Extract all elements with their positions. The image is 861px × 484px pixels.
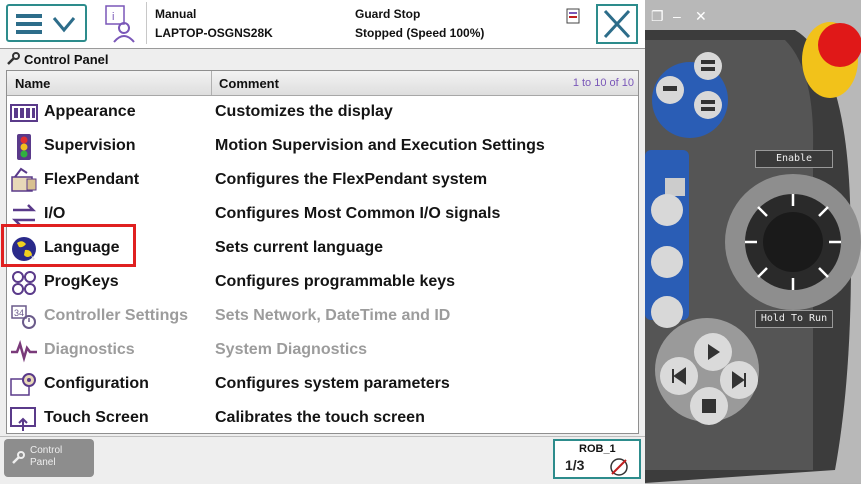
- row-comment: Sets Network, DateTime and ID: [215, 307, 451, 324]
- table-row-flexpendant[interactable]: FlexPendant Configures the FlexPendant s…: [7, 164, 638, 198]
- flexpendant-icon: [11, 167, 37, 192]
- menu-icon: [16, 14, 76, 34]
- row-name: Controller Settings: [44, 307, 189, 324]
- hold-to-run-label: Hold To Run: [755, 310, 833, 328]
- row-name: I/O: [44, 205, 66, 222]
- close-button[interactable]: [596, 4, 638, 44]
- enable-label: Enable: [755, 150, 833, 168]
- controller-settings-icon: 34: [11, 305, 36, 329]
- table-row-touch-screen[interactable]: Touch Screen Calibrates the touch screen: [7, 402, 638, 436]
- row-name: ProgKeys: [44, 273, 119, 290]
- quickset-button[interactable]: ROB_1 1/3: [553, 439, 641, 479]
- column-divider: [211, 71, 212, 95]
- task-label-line2: Panel: [30, 457, 56, 468]
- status-area[interactable]: Manual LAPTOP-OSGNS28K Guard Stop Stoppe…: [146, 2, 589, 44]
- row-count: 1 to 10 of 10: [572, 77, 634, 89]
- column-comment-header[interactable]: Comment: [219, 76, 279, 91]
- row-comment: Sets current language: [215, 239, 384, 256]
- svg-text:i: i: [112, 11, 114, 23]
- row-comment: System Diagnostics: [215, 341, 368, 358]
- progkeys-icon: [12, 271, 36, 295]
- supervision-icon: [17, 134, 31, 160]
- row-name: Diagnostics: [44, 341, 135, 358]
- window-restore-icon[interactable]: ❐: [651, 8, 664, 25]
- table-row-diagnostics[interactable]: Diagnostics System Diagnostics: [7, 334, 638, 368]
- row-comment: Motion Supervision and Execution Setting…: [215, 137, 545, 154]
- flexpendant-screen: i Manual LAPTOP-OSGNS28K Guard Stop Stop…: [0, 0, 645, 484]
- wrench-icon: [7, 52, 20, 65]
- speed-icon: [610, 458, 628, 476]
- row-name: Appearance: [44, 103, 136, 120]
- row-name: Supervision: [44, 137, 136, 154]
- column-name-header[interactable]: Name: [15, 76, 50, 91]
- event-log-icon[interactable]: [566, 8, 580, 24]
- table-row-configuration[interactable]: Configuration Configures system paramete…: [7, 368, 638, 402]
- pendant-hardware: ❐ – ✕ Enable Hold To Run: [645, 0, 861, 483]
- speed-text: Stopped (Speed 100%): [355, 26, 485, 40]
- controller-name: LAPTOP-OSGNS28K: [155, 26, 273, 40]
- table-row-progkeys[interactable]: ProgKeys Configures programmable keys: [7, 266, 638, 300]
- top-bar: i Manual LAPTOP-OSGNS28K Guard Stop Stop…: [0, 0, 645, 49]
- taskbar: Control Panel ROB_1 1/3: [0, 436, 645, 484]
- increment-fraction: 1/3: [565, 457, 585, 473]
- row-comment: Customizes the display: [215, 103, 393, 120]
- table-row-supervision[interactable]: Supervision Motion Supervision and Execu…: [7, 130, 638, 164]
- touchscreen-icon: [10, 407, 36, 431]
- breadcrumb: Control Panel: [6, 50, 109, 68]
- row-comment: Configures system parameters: [215, 375, 450, 392]
- robot-name: ROB_1: [579, 443, 616, 455]
- table-header: Name Comment 1 to 10 of 10: [7, 71, 638, 96]
- appearance-icon: [10, 104, 38, 122]
- wrench-icon: [12, 451, 25, 464]
- row-name: FlexPendant: [44, 171, 140, 188]
- mode-text: Manual: [155, 7, 197, 21]
- row-comment: Configures programmable keys: [215, 273, 456, 290]
- state-text: Guard Stop: [355, 7, 421, 21]
- diagnostics-icon: [11, 340, 37, 363]
- selection-highlight: [1, 224, 136, 267]
- row-name: Touch Screen: [44, 409, 149, 426]
- task-label: Control Panel: [30, 445, 62, 469]
- configuration-icon: [10, 373, 36, 396]
- main-menu-button[interactable]: [6, 4, 87, 42]
- row-comment: Configures the FlexPendant system: [215, 171, 488, 188]
- table-row-appearance[interactable]: Appearance Customizes the display: [7, 96, 638, 130]
- minimize-icon[interactable]: –: [673, 8, 681, 24]
- pendant-body: [645, 0, 861, 483]
- breadcrumb-label: Control Panel: [24, 51, 109, 67]
- svg-text:34: 34: [14, 308, 24, 318]
- row-comment: Configures Most Common I/O signals: [215, 205, 501, 222]
- close-window-icon[interactable]: ✕: [695, 8, 707, 25]
- task-label-line1: Control: [30, 445, 63, 456]
- row-comment: Calibrates the touch screen: [215, 409, 425, 426]
- close-icon: [603, 9, 631, 39]
- control-panel-task-button[interactable]: Control Panel: [4, 439, 94, 477]
- user-icon[interactable]: i: [98, 4, 138, 44]
- row-name: Configuration: [44, 375, 149, 392]
- table-row-controller-settings[interactable]: 34 Controller Settings Sets Network, Dat…: [7, 300, 638, 334]
